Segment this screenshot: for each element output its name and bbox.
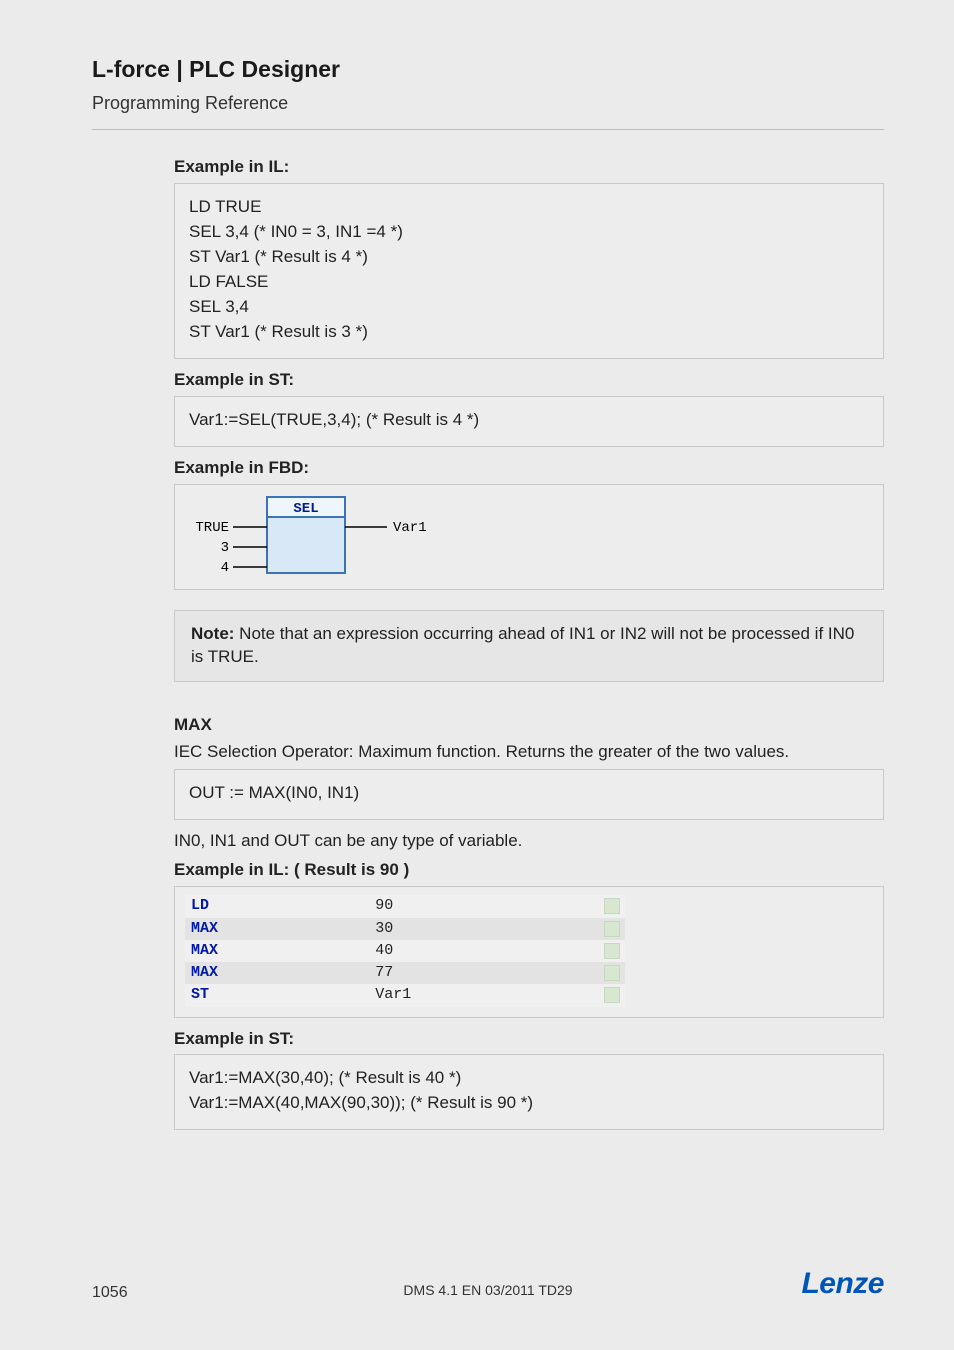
- max-il-table-box: LD 90 MAX 30 MAX 40 MAX 77: [174, 886, 884, 1017]
- il-op: ST: [185, 984, 369, 1006]
- il-marker: [600, 895, 625, 917]
- code-line: Var1:=MAX(40,MAX(90,30)); (* Result is 9…: [189, 1092, 869, 1115]
- header-rule: [92, 129, 884, 130]
- page-number: 1056: [92, 1282, 128, 1304]
- code-line: Var1:=SEL(TRUE,3,4); (* Result is 4 *): [189, 409, 869, 432]
- note-lead: Note:: [191, 624, 234, 643]
- sel-st-box: Var1:=SEL(TRUE,3,4); (* Result is 4 *): [174, 396, 884, 447]
- table-row: MAX 30: [185, 918, 625, 940]
- sel-il-label: Example in IL:: [174, 156, 884, 179]
- il-table: LD 90 MAX 30 MAX 40 MAX 77: [185, 895, 625, 1006]
- code-line: LD TRUE: [189, 196, 869, 219]
- fbd-diagram: SEL TRUE 3 4 Var1: [181, 495, 461, 581]
- code-line: OUT := MAX(IN0, IN1): [189, 782, 869, 805]
- il-op: LD: [185, 895, 369, 917]
- fbd-out: Var1: [393, 520, 427, 536]
- page: L-force | PLC Designer Programming Refer…: [0, 0, 954, 1350]
- doc-title: L-force | PLC Designer: [92, 54, 884, 85]
- fbd-block-name: SEL: [293, 501, 318, 517]
- code-line: SEL 3,4 (* IN0 = 3, IN1 =4 *): [189, 221, 869, 244]
- lenze-logo: Lenze: [801, 1264, 884, 1305]
- table-row: MAX 77: [185, 962, 625, 984]
- il-op: MAX: [185, 962, 369, 984]
- max-il-label: Example in IL: ( Result is 90 ): [174, 859, 884, 882]
- il-arg: 77: [369, 962, 599, 984]
- il-op: MAX: [185, 918, 369, 940]
- il-marker: [600, 940, 625, 962]
- il-arg: 40: [369, 940, 599, 962]
- il-arg: 30: [369, 918, 599, 940]
- code-line: LD FALSE: [189, 271, 869, 294]
- il-op: MAX: [185, 940, 369, 962]
- table-row: LD 90: [185, 895, 625, 917]
- il-marker: [600, 962, 625, 984]
- max-description: IEC Selection Operator: Maximum function…: [174, 741, 884, 764]
- fbd-in2: 4: [221, 560, 229, 576]
- max-signature-box: OUT := MAX(IN0, IN1): [174, 769, 884, 820]
- sel-fbd-box: SEL TRUE 3 4 Var1: [174, 484, 884, 590]
- code-line: SEL 3,4: [189, 296, 869, 319]
- footer-doc-id: DMS 4.1 EN 03/2011 TD29: [403, 1281, 572, 1300]
- il-marker: [600, 984, 625, 1006]
- code-line: ST Var1 (* Result is 3 *): [189, 321, 869, 344]
- footer: 1056 DMS 4.1 EN 03/2011 TD29 Lenze: [92, 1264, 884, 1305]
- max-st-label: Example in ST:: [174, 1028, 884, 1051]
- fbd-in1: 3: [221, 540, 229, 556]
- max-types: IN0, IN1 and OUT can be any type of vari…: [174, 830, 884, 853]
- il-arg: Var1: [369, 984, 599, 1006]
- sel-fbd-label: Example in FBD:: [174, 457, 884, 480]
- code-line: Var1:=MAX(30,40); (* Result is 40 *): [189, 1067, 869, 1090]
- il-marker: [600, 918, 625, 940]
- sel-il-box: LD TRUE SEL 3,4 (* IN0 = 3, IN1 =4 *) ST…: [174, 183, 884, 359]
- content-column: Example in IL: LD TRUE SEL 3,4 (* IN0 = …: [92, 156, 884, 1130]
- fbd-in0: TRUE: [195, 520, 229, 536]
- max-heading: MAX: [174, 714, 884, 737]
- sel-st-label: Example in ST:: [174, 369, 884, 392]
- table-row: MAX 40: [185, 940, 625, 962]
- note-box: Note: Note that an expression occurring …: [174, 610, 884, 682]
- table-row: ST Var1: [185, 984, 625, 1006]
- code-line: ST Var1 (* Result is 4 *): [189, 246, 869, 269]
- doc-subtitle: Programming Reference: [92, 91, 884, 115]
- max-st-box: Var1:=MAX(30,40); (* Result is 40 *) Var…: [174, 1054, 884, 1130]
- note-body: Note that an expression occurring ahead …: [191, 624, 854, 666]
- il-arg: 90: [369, 895, 599, 917]
